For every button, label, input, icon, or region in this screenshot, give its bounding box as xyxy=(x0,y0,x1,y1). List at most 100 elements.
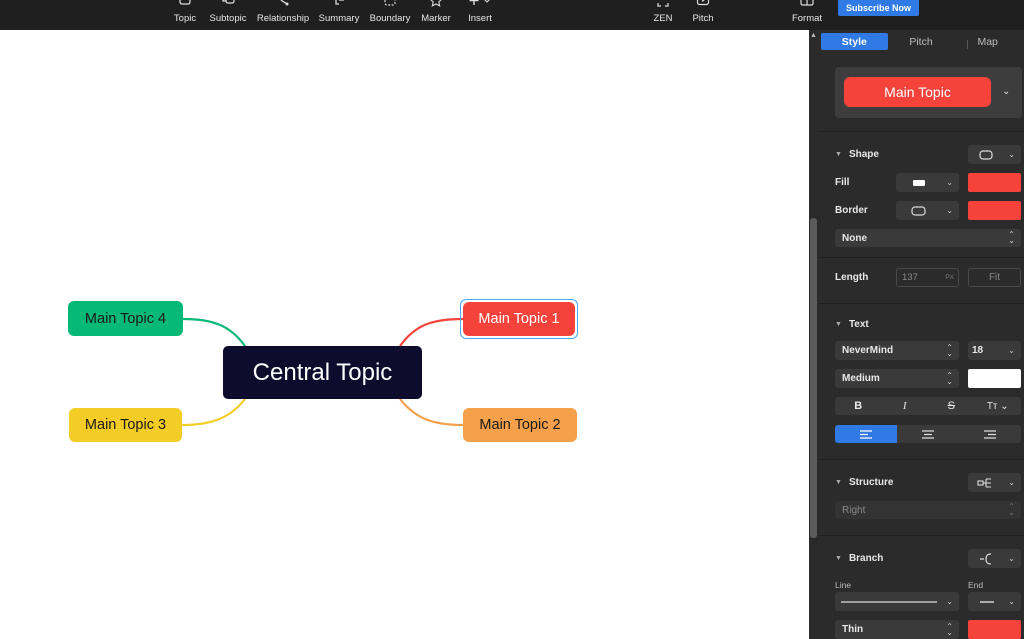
collapse-caret-icon: ▼ xyxy=(835,479,842,486)
main-topic-1-node[interactable]: Main Topic 1 xyxy=(463,302,575,336)
toolbar-marker-button[interactable]: Marker xyxy=(419,0,453,30)
toolbar-insert-button[interactable]: Insert xyxy=(462,0,498,30)
section-divider xyxy=(818,131,1024,132)
panel-tabs: Style Pitch Map xyxy=(821,33,1021,50)
border-style-select[interactable]: None ⌃ ⌄ xyxy=(835,229,1021,247)
toolbar-topic-button[interactable]: Topic xyxy=(168,0,202,30)
subscribe-now-button[interactable]: Subscribe Now xyxy=(838,0,919,16)
structure-section-title: Structure xyxy=(848,477,894,488)
border-label: Border xyxy=(835,205,868,216)
branch-section-title: Branch xyxy=(848,553,884,564)
font-weight-value: Medium xyxy=(842,373,880,384)
strikethrough-icon[interactable]: S xyxy=(928,397,975,415)
top-toolbar: Topic Subtopic Relationship Summary Boun… xyxy=(0,0,1024,30)
font-size-select[interactable]: 18 ⌄ xyxy=(968,341,1021,360)
fill-type-select[interactable]: ⌄ xyxy=(896,173,959,192)
font-family-value: NeverMind xyxy=(842,345,894,356)
structure-section-header[interactable]: ▼ Structure xyxy=(835,477,893,488)
align-left-icon[interactable] xyxy=(835,425,897,443)
bold-icon[interactable]: B xyxy=(835,397,882,415)
chevron-down-icon: ⌄ xyxy=(946,178,953,187)
toolbar-summary-label: Summary xyxy=(318,13,360,24)
updown-icon: ⌃ ⌄ xyxy=(1008,230,1015,245)
section-divider xyxy=(818,459,1024,460)
fit-button[interactable]: Fit xyxy=(968,268,1021,287)
font-weight-select[interactable]: Medium ⌃ ⌄ xyxy=(835,369,959,388)
toolbar-pitch-button[interactable]: Pitch xyxy=(688,0,718,30)
star-icon xyxy=(430,0,442,7)
mindmap-canvas[interactable]: Central Topic Main Topic 1 Main Topic 2 … xyxy=(0,30,809,639)
shape-section-header[interactable]: ▼ Shape xyxy=(835,149,879,160)
toolbar-summary-button[interactable]: Summary xyxy=(318,0,360,30)
main-topic-3-node[interactable]: Main Topic 3 xyxy=(69,408,182,442)
structure-type-select[interactable]: ⌄ xyxy=(968,473,1021,492)
relationship-icon xyxy=(280,0,289,6)
chevron-down-icon: ⌄ xyxy=(1008,150,1015,159)
text-case-icon[interactable]: Tт ⌄ xyxy=(975,397,1022,415)
play-icon xyxy=(696,0,710,6)
topic-style-preview[interactable]: Main Topic ⌄ xyxy=(835,67,1022,118)
align-center-icon[interactable] xyxy=(897,425,959,443)
tab-pitch[interactable]: Pitch xyxy=(888,33,955,50)
border-type-select[interactable]: ⌄ xyxy=(896,201,959,220)
toolbar-zen-button[interactable]: ZEN xyxy=(648,0,678,30)
chevron-down-icon[interactable]: ⌄ xyxy=(1002,86,1010,97)
align-right-icon[interactable] xyxy=(959,425,1021,443)
boundary-icon xyxy=(384,0,396,6)
collapse-caret-icon: ▼ xyxy=(835,555,842,562)
shape-style-select[interactable]: ⌄ xyxy=(968,145,1021,164)
format-panel: Style Pitch Map Main Topic ⌄ ▼ Shape ⌄ F… xyxy=(818,30,1024,639)
chevron-down-icon: ⌄ xyxy=(1008,597,1015,606)
chevron-down-icon: ⌄ xyxy=(1008,478,1015,487)
line-style-select[interactable]: ⌄ xyxy=(835,592,959,611)
line-thickness-select[interactable]: Thin ⌃ ⌄ xyxy=(835,620,959,639)
updown-icon: ⌃ ⌄ xyxy=(1008,502,1015,517)
length-label: Length xyxy=(835,272,869,283)
expand-icon xyxy=(657,3,669,7)
scroll-up-icon[interactable]: ▲ xyxy=(810,32,817,39)
fit-button-label: Fit xyxy=(988,272,1001,283)
toolbar-format-button[interactable]: Format xyxy=(789,0,825,30)
line-end-icon xyxy=(980,600,994,603)
updown-icon: ⌃ ⌄ xyxy=(946,621,953,637)
toolbar-topic-label: Topic xyxy=(173,13,197,24)
toolbar-relationship-button[interactable]: Relationship xyxy=(256,0,310,30)
toolbar-subtopic-label: Subtopic xyxy=(209,13,247,24)
tab-divider xyxy=(967,40,968,49)
italic-icon[interactable]: I xyxy=(882,397,929,415)
fill-color-swatch[interactable] xyxy=(968,173,1021,192)
toolbar-subtopic-button[interactable]: Subtopic xyxy=(207,0,249,30)
font-size-value: 18 xyxy=(972,345,984,356)
plus-icon xyxy=(469,0,490,5)
canvas-vertical-scrollbar[interactable]: ▲ xyxy=(809,30,818,639)
branch-section-header[interactable]: ▼ Branch xyxy=(835,553,883,564)
toolbar-insert-label: Insert xyxy=(468,13,492,24)
main-topic-2-node[interactable]: Main Topic 2 xyxy=(463,408,577,442)
structure-direction-value: Right xyxy=(842,504,866,516)
length-placeholder: 137 xyxy=(902,272,918,283)
collapse-caret-icon: ▼ xyxy=(835,151,842,158)
branch-color-swatch[interactable] xyxy=(968,620,1021,639)
chevron-down-icon: ⌄ xyxy=(1008,554,1015,563)
central-topic-node[interactable]: Central Topic xyxy=(223,346,422,399)
line-label: Line xyxy=(835,580,852,590)
text-color-swatch[interactable] xyxy=(968,369,1021,388)
line-end-select[interactable]: ⌄ xyxy=(968,592,1021,611)
border-color-swatch[interactable] xyxy=(968,201,1021,220)
branch-style-select[interactable]: ⌄ xyxy=(968,549,1021,568)
toolbar-boundary-button[interactable]: Boundary xyxy=(368,0,412,30)
mindmap-app: Topic Subtopic Relationship Summary Boun… xyxy=(0,0,1024,639)
updown-icon: ⌃ ⌄ xyxy=(946,342,953,358)
structure-direction-select[interactable]: Right ⌃ ⌄ xyxy=(835,501,1021,519)
text-align-buttons xyxy=(835,425,1021,443)
scrollbar-thumb[interactable] xyxy=(810,218,817,538)
branch-line-main-topic-3 xyxy=(181,398,246,427)
fill-label: Fill xyxy=(835,177,850,188)
main-topic-4-node[interactable]: Main Topic 4 xyxy=(68,301,183,336)
tab-map[interactable]: Map xyxy=(954,33,1021,50)
tab-style[interactable]: Style xyxy=(821,33,888,50)
text-section-header[interactable]: ▼ Text xyxy=(835,319,869,330)
length-input[interactable]: 137 PX xyxy=(896,268,959,287)
font-family-select[interactable]: NeverMind ⌃ ⌄ xyxy=(835,341,959,360)
chevron-down-icon: ⌄ xyxy=(946,597,953,606)
